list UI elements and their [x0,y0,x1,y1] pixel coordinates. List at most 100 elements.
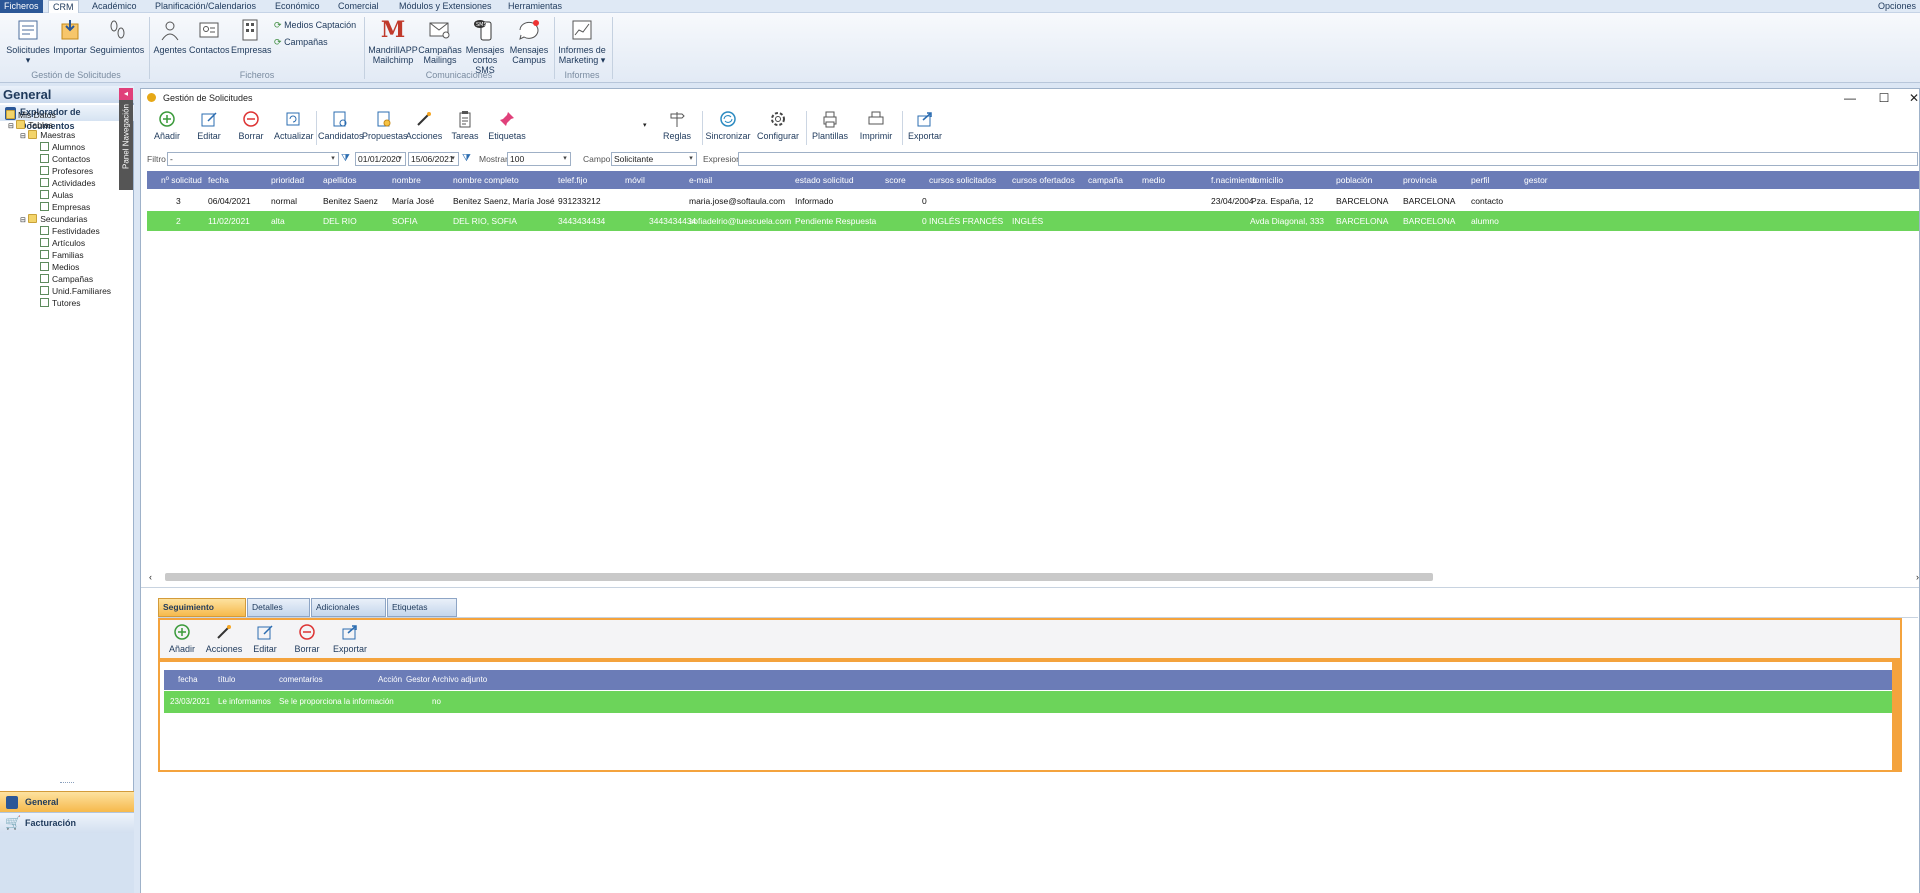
close-icon[interactable]: ✕ [1899,89,1920,107]
contactos-button[interactable]: Contactos [189,17,230,55]
seg-col-accion[interactable]: Acción [378,670,402,690]
scroll-right-icon[interactable]: › [1916,571,1919,583]
col-email[interactable]: e-mail [689,171,712,189]
seg-acciones-button[interactable]: Acciones [204,622,244,654]
menu-ficheros[interactable]: Ficheros [0,0,43,13]
menu-modulos[interactable]: Módulos y Extensiones [395,0,496,13]
etiquetas-dropdown-icon[interactable]: ▾ [643,121,647,129]
tree-item-contactos[interactable]: Contactos [40,154,90,165]
col-fecha[interactable]: fecha [208,171,229,189]
campanas-small-button[interactable]: ⟳ Campañas [274,37,328,48]
sms-button[interactable]: SMS Mensajes cortos SMS [462,17,508,75]
date-from-field[interactable]: 01/01/2020 ▾ [355,152,406,166]
col-num[interactable]: nº solicitud [161,171,202,189]
exportar-button[interactable]: Exportar [904,109,946,141]
col-estado[interactable]: estado solicitud [795,171,854,189]
seguimientos-button[interactable]: Seguimientos [89,17,145,55]
col-perfil[interactable]: perfil [1471,171,1489,189]
col-prioridad[interactable]: prioridad [271,171,304,189]
tab-seguimiento[interactable]: Seguimiento [158,598,246,617]
seg-col-fecha[interactable]: fecha [178,670,198,690]
navigation-panel-tab[interactable]: ◂ Panel Navegación [119,88,133,190]
etiquetas-button[interactable]: Etiquetas [485,109,529,141]
tree-item-articulos[interactable]: Artículos [40,238,85,249]
imprimir-button[interactable]: Imprimir [854,109,898,141]
col-score[interactable]: score [885,171,906,189]
splitter-grip[interactable] [60,782,74,785]
tab-etiquetas[interactable]: Etiquetas [387,598,457,617]
nav-general[interactable]: General [0,791,134,812]
agentes-button[interactable]: Agentes [153,17,187,55]
col-apellidos[interactable]: apellidos [323,171,357,189]
col-campana[interactable]: campaña [1088,171,1123,189]
plantillas-button[interactable]: Plantillas [808,109,852,141]
tree-item-familias[interactable]: Familias [40,250,84,261]
table-row-selected[interactable]: 2 11/02/2021 alta DEL RIO SOFIA DEL RIO,… [147,211,1919,231]
reglas-button[interactable]: Reglas [661,109,693,141]
tree-item-campanas[interactable]: Campañas [40,274,93,285]
editar-button[interactable]: Editar [193,109,225,141]
col-telefono[interactable]: telef.fijo [558,171,587,189]
seguimiento-row[interactable]: 23/03/2021 Le informamos Se le proporcio… [164,691,1896,713]
tree-item-medios[interactable]: Medios [40,262,79,273]
candidatos-button[interactable]: Candidatos [318,109,364,141]
col-provincia[interactable]: provincia [1403,171,1437,189]
col-movil[interactable]: móvil [625,171,645,189]
tree-item-actividades[interactable]: Actividades [40,178,95,189]
mensajes-campus-button[interactable]: Mensajes Campus [508,17,550,65]
actualizar-button[interactable]: Actualizar [274,109,314,141]
menu-planificacion[interactable]: Planificación/Calendarios [151,0,260,13]
tree-item-alumnos[interactable]: Alumnos [40,142,85,153]
tree-item-festividades[interactable]: Festividades [40,226,100,237]
menu-economico[interactable]: Económico [271,0,324,13]
menu-comercial[interactable]: Comercial [334,0,383,13]
seg-borrar-button[interactable]: Borrar [291,622,323,654]
seg-editar-button[interactable]: Editar [249,622,281,654]
col-poblacion[interactable]: población [1336,171,1372,189]
tareas-button[interactable]: Tareas [449,109,481,141]
col-cursos-solicitados[interactable]: cursos solicitados [929,171,996,189]
col-cursos-ofertados[interactable]: cursos ofertados [1012,171,1075,189]
col-nombre-completo[interactable]: nombre completo [453,171,519,189]
tree-item-unid-familiares[interactable]: Unid.Familiares [40,286,111,297]
tree-secundarias[interactable]: ⊟ Secundarias [20,214,88,226]
mandrill-button[interactable]: M MandrillAPP Mailchimp [368,17,418,65]
medios-captacion-button[interactable]: ⟳ Medios Captación [274,20,356,31]
seg-anadir-button[interactable]: Añadir [166,622,198,654]
empresas-button[interactable]: Empresas [231,17,272,55]
sincronizar-button[interactable]: Sincronizar [704,109,752,141]
maximize-icon[interactable]: ☐ [1869,89,1899,107]
table-row[interactable]: 3 06/04/2021 normal Benitez Saenz María … [147,191,1919,211]
tree-maestras[interactable]: ⊟ Maestras [20,130,75,142]
tree-item-aulas[interactable]: Aulas [40,190,73,201]
minimize-icon[interactable]: — [1835,89,1865,107]
mostrar-select[interactable]: 100 ▾ [507,152,571,166]
borrar-button[interactable]: Borrar [235,109,267,141]
menu-academico[interactable]: Académico [88,0,141,13]
acciones-button[interactable]: Acciones [404,109,444,141]
seg-col-gestor[interactable]: Gestor [406,670,430,690]
tree-item-tutores[interactable]: Tutores [40,298,81,309]
tree-item-profesores[interactable]: Profesores [40,166,93,177]
tab-detalles[interactable]: Detalles [247,598,310,617]
date-filter-icon[interactable]: ⧩ [462,153,471,164]
menu-opciones[interactable]: Opciones [1874,0,1920,13]
menu-crm[interactable]: CRM [48,0,79,13]
date-to-field[interactable]: 15/06/2021 ▾ [408,152,459,166]
filtro-select[interactable]: - ▾ [167,152,339,166]
anadir-button[interactable]: Añadir [151,109,183,141]
col-nombre[interactable]: nombre [392,171,421,189]
propuestas-button[interactable]: Propuestas [362,109,408,141]
informes-marketing-button[interactable]: Informes de Marketing ▾ [556,17,608,65]
campanas-mailings-button[interactable]: Campañas Mailings [418,17,462,65]
horizontal-scrollbar[interactable]: ‹ › [147,571,1919,583]
campo-select[interactable]: Solicitante ▾ [611,152,697,166]
menu-herramientas[interactable]: Herramientas [504,0,566,13]
scroll-left-icon[interactable]: ‹ [149,571,152,583]
expresion-input[interactable] [738,152,1918,166]
tree-item-empresas[interactable]: Empresas [40,202,90,213]
seg-col-adjunto[interactable]: Archivo adjunto [432,670,487,690]
col-medio[interactable]: medio [1142,171,1165,189]
nav-facturacion[interactable]: 🛒 Facturación [0,812,134,833]
seg-col-comentarios[interactable]: comentarios [279,670,323,690]
